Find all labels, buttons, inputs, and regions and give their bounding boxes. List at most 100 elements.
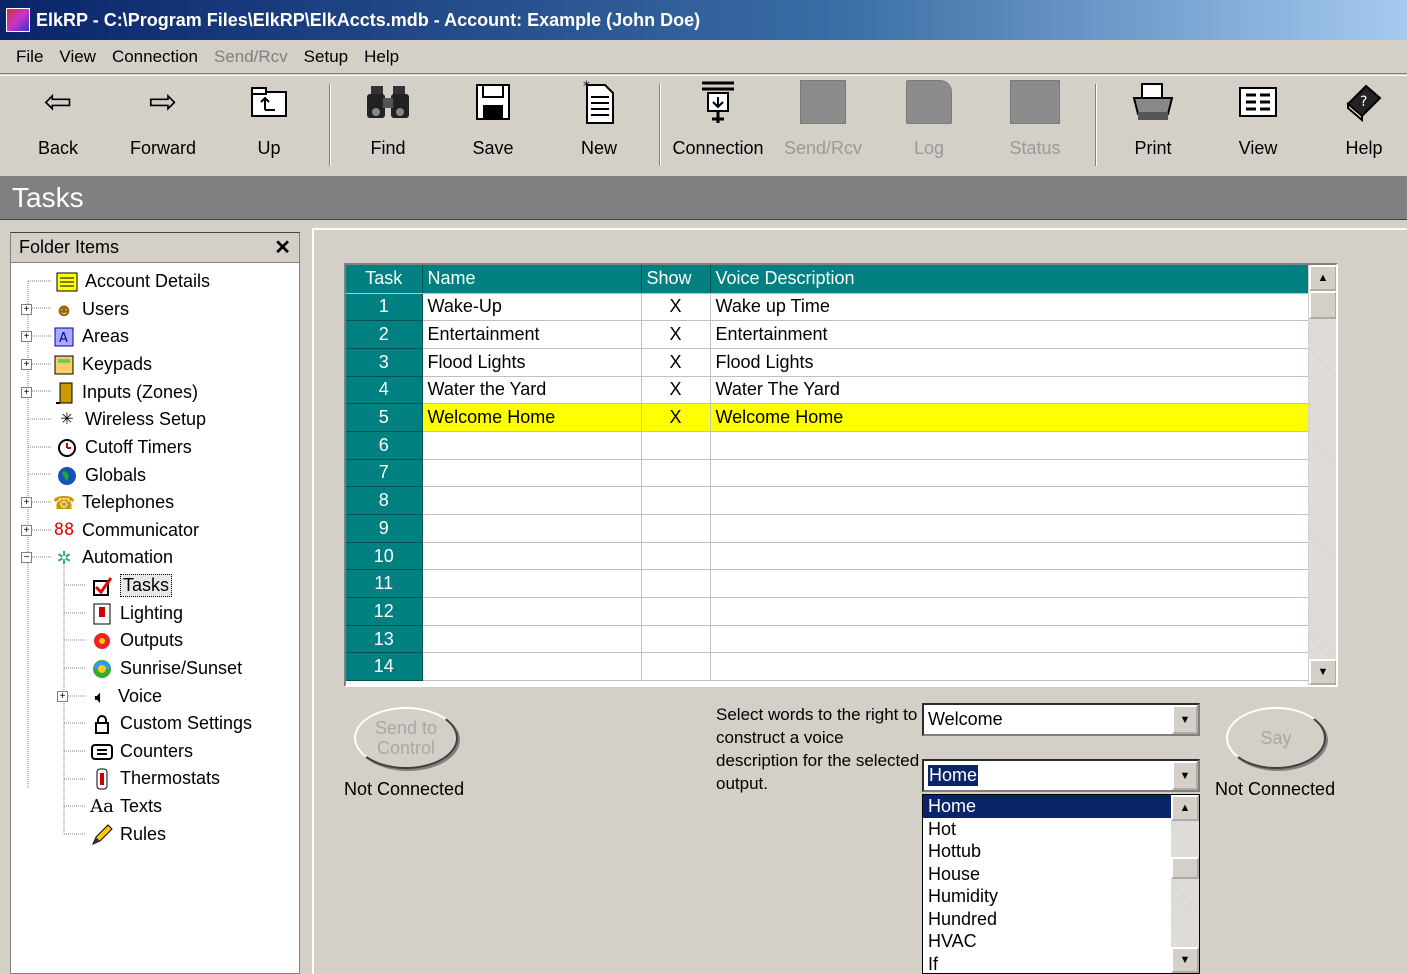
- tree-voice[interactable]: + 🔈︎ Voice: [57, 683, 162, 710]
- table-row[interactable]: 11: [346, 569, 1309, 599]
- cell-name[interactable]: [422, 625, 642, 654]
- cell-show[interactable]: X: [641, 348, 711, 377]
- cell-name[interactable]: [422, 542, 642, 571]
- cell-name[interactable]: Water the Yard: [422, 376, 642, 405]
- tree-counters[interactable]: Counters: [90, 738, 193, 765]
- table-row[interactable]: 5 Welcome Home X Welcome Home: [346, 403, 1309, 432]
- cell-voice[interactable]: Welcome Home: [710, 403, 1309, 432]
- list-item[interactable]: House: [923, 863, 1199, 886]
- cell-show[interactable]: [641, 597, 711, 626]
- cell-name[interactable]: Wake-Up: [422, 293, 642, 322]
- cell-name[interactable]: [422, 569, 642, 599]
- table-row[interactable]: 13: [346, 625, 1309, 654]
- cell-task[interactable]: 11: [346, 569, 423, 599]
- menu-view[interactable]: View: [51, 47, 104, 67]
- table-row[interactable]: 14: [346, 652, 1309, 682]
- list-item[interactable]: Hottub: [923, 840, 1199, 863]
- cell-voice[interactable]: [710, 542, 1309, 571]
- cell-show[interactable]: X: [641, 320, 711, 349]
- tree-outputs[interactable]: Outputs: [90, 627, 183, 654]
- tree-telephones[interactable]: + ☎ Telephones: [21, 489, 174, 516]
- col-header-show[interactable]: Show: [641, 265, 711, 294]
- log-button[interactable]: Log: [879, 76, 979, 174]
- expand-icon[interactable]: +: [21, 525, 32, 536]
- cell-show[interactable]: X: [641, 293, 711, 322]
- status-button[interactable]: Status: [985, 76, 1085, 174]
- cell-voice[interactable]: Wake up Time: [710, 293, 1309, 322]
- expand-icon[interactable]: +: [21, 331, 32, 342]
- cell-task[interactable]: 3: [346, 348, 423, 377]
- list-item[interactable]: Home: [923, 795, 1171, 818]
- help-button[interactable]: ? Help: [1314, 76, 1407, 174]
- cell-voice[interactable]: Flood Lights: [710, 348, 1309, 377]
- cell-task[interactable]: 10: [346, 542, 423, 571]
- cell-task[interactable]: 7: [346, 459, 423, 488]
- table-row[interactable]: 10: [346, 542, 1309, 571]
- cell-voice[interactable]: [710, 486, 1309, 515]
- cell-show[interactable]: [641, 652, 711, 682]
- menu-file[interactable]: File: [8, 47, 51, 67]
- sendrcv-button[interactable]: Send/Rcv: [773, 76, 873, 174]
- chevron-down-icon[interactable]: ▼: [1172, 705, 1198, 734]
- list-item[interactable]: Humidity: [923, 885, 1199, 908]
- expand-icon[interactable]: +: [21, 304, 32, 315]
- tree-sunrise-sunset[interactable]: Sunrise/Sunset: [90, 655, 242, 682]
- list-item[interactable]: If: [923, 953, 1199, 974]
- scroll-thumb[interactable]: [1309, 291, 1336, 319]
- tree-automation[interactable]: − ✲ Automation: [21, 544, 173, 571]
- word-combo-1[interactable]: Welcome ▼: [922, 703, 1200, 736]
- cell-voice[interactable]: [710, 459, 1309, 488]
- tree-tasks[interactable]: Tasks: [90, 572, 173, 599]
- cell-show[interactable]: [641, 514, 711, 543]
- table-row[interactable]: 2 Entertainment X Entertainment: [346, 320, 1309, 349]
- cell-task[interactable]: 13: [346, 625, 423, 654]
- cell-voice[interactable]: [710, 569, 1309, 599]
- cell-voice[interactable]: Entertainment: [710, 320, 1309, 349]
- scroll-down-arrow-icon[interactable]: ▼: [1309, 659, 1336, 685]
- table-row[interactable]: 7: [346, 459, 1309, 488]
- expand-icon[interactable]: +: [21, 359, 32, 370]
- cell-show[interactable]: [641, 486, 711, 515]
- expand-icon[interactable]: +: [21, 497, 32, 508]
- new-button[interactable]: * New: [549, 76, 649, 174]
- cell-voice[interactable]: [710, 652, 1309, 682]
- table-row[interactable]: 12: [346, 597, 1309, 626]
- cell-name[interactable]: [422, 431, 642, 460]
- forward-button[interactable]: ⇨ Forward: [113, 76, 213, 174]
- back-button[interactable]: ⇦ Back: [8, 76, 108, 174]
- cell-show[interactable]: [641, 459, 711, 488]
- print-button[interactable]: Print: [1103, 76, 1203, 174]
- say-button[interactable]: Say: [1226, 707, 1326, 769]
- table-row[interactable]: 3 Flood Lights X Flood Lights: [346, 348, 1309, 377]
- cell-show[interactable]: [641, 569, 711, 599]
- cell-voice[interactable]: [710, 431, 1309, 460]
- save-button[interactable]: Save: [443, 76, 543, 174]
- col-header-name[interactable]: Name: [422, 265, 642, 294]
- tree-inputs[interactable]: + Inputs (Zones): [21, 379, 198, 406]
- table-row[interactable]: 8: [346, 486, 1309, 515]
- cell-task[interactable]: 1: [346, 293, 423, 322]
- cell-show[interactable]: [641, 542, 711, 571]
- cell-task[interactable]: 12: [346, 597, 423, 626]
- cell-voice[interactable]: Water The Yard: [710, 376, 1309, 405]
- cell-name[interactable]: [422, 514, 642, 543]
- cell-show[interactable]: X: [641, 376, 711, 405]
- collapse-icon[interactable]: −: [21, 552, 32, 563]
- cell-name[interactable]: Flood Lights: [422, 348, 642, 377]
- tree-wireless-setup[interactable]: ✳ Wireless Setup: [55, 406, 206, 433]
- expand-icon[interactable]: +: [57, 691, 68, 702]
- col-header-voice[interactable]: Voice Description: [710, 265, 1309, 294]
- cell-name[interactable]: [422, 486, 642, 515]
- connection-button[interactable]: Connection: [668, 76, 768, 174]
- cell-task[interactable]: 2: [346, 320, 423, 349]
- scroll-up-arrow-icon[interactable]: ▲: [1171, 795, 1199, 821]
- cell-task[interactable]: 4: [346, 376, 423, 405]
- list-scrollbar[interactable]: ▲ ▼: [1171, 795, 1199, 973]
- cell-name[interactable]: [422, 459, 642, 488]
- tree-lighting[interactable]: Lighting: [90, 600, 183, 627]
- table-row[interactable]: 6: [346, 431, 1309, 460]
- cell-name[interactable]: [422, 652, 642, 682]
- word-combo-2[interactable]: Home ▼: [922, 759, 1200, 792]
- cell-task[interactable]: 9: [346, 514, 423, 543]
- tree-users[interactable]: + ☻ Users: [21, 296, 129, 323]
